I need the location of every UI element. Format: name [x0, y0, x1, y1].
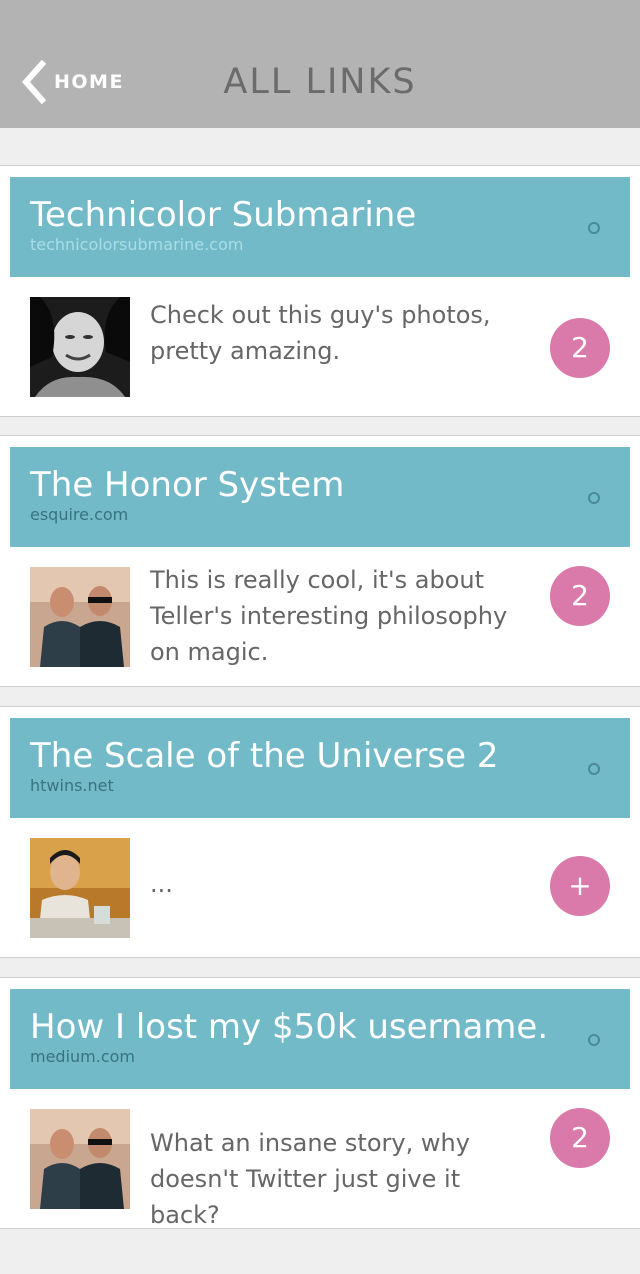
comment-count-button[interactable]: 2	[550, 1108, 610, 1168]
add-comment-button[interactable]: +	[550, 856, 610, 916]
link-title: The Honor System	[30, 465, 345, 505]
navigation-bar: HOME ALL LINKS	[0, 0, 640, 128]
avatar	[30, 567, 130, 667]
comment-count-button[interactable]: 2	[550, 566, 610, 626]
page-title: ALL LINKS	[223, 62, 417, 102]
link-comment: What an insane story, why doesn't Twitte…	[150, 1129, 470, 1229]
link-header[interactable]: Technicolor Submarine technicolorsubmari…	[10, 177, 630, 277]
link-card: The Honor System esquire.com This is rea…	[0, 435, 640, 687]
link-header[interactable]: The Honor System esquire.com	[10, 447, 630, 547]
link-comment: ...	[150, 870, 173, 898]
link-title: Technicolor Submarine	[30, 195, 417, 235]
link-domain: htwins.net	[30, 776, 114, 795]
link-header[interactable]: The Scale of the Universe 2 htwins.net	[10, 718, 630, 818]
link-title: How I lost my $50k username.	[30, 1007, 549, 1047]
link-card: The Scale of the Universe 2 htwins.net .…	[0, 706, 640, 958]
link-comment: This is really cool, it's about Teller's…	[150, 566, 508, 666]
avatar	[30, 1109, 130, 1209]
link-domain: technicolorsubmarine.com	[30, 235, 244, 254]
avatar	[30, 838, 130, 938]
link-card: How I lost my $50k username. medium.com …	[0, 977, 640, 1229]
link-header[interactable]: How I lost my $50k username. medium.com	[10, 989, 630, 1089]
comment-count-button[interactable]: 2	[550, 318, 610, 378]
link-domain: esquire.com	[30, 505, 129, 524]
status-dot-icon	[588, 222, 600, 234]
list-footer	[0, 1229, 640, 1274]
link-comment: Check out this guy's photos, pretty amaz…	[150, 301, 491, 365]
link-domain: medium.com	[30, 1047, 136, 1066]
link-title: The Scale of the Universe 2	[30, 736, 499, 776]
avatar	[30, 297, 130, 397]
status-dot-icon	[588, 1034, 600, 1046]
link-card: Technicolor Submarine technicolorsubmari…	[0, 165, 640, 417]
status-dot-icon	[588, 492, 600, 504]
status-dot-icon	[588, 763, 600, 775]
